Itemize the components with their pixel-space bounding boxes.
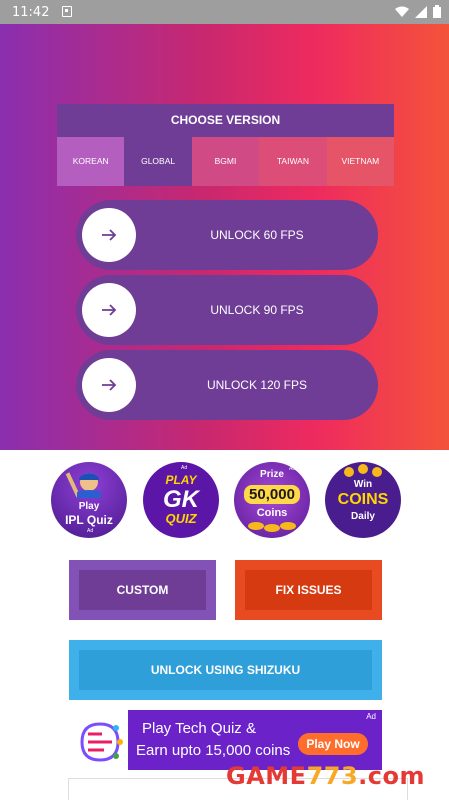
gk-quiz-line2: GK	[163, 486, 199, 513]
custom-button-label: CUSTOM	[79, 570, 206, 610]
arrow-right-icon	[102, 379, 117, 391]
wifi-icon	[395, 6, 409, 17]
fix-issues-button[interactable]: FIX ISSUES	[235, 560, 382, 620]
version-panel-title: CHOOSE VERSION	[170, 113, 281, 127]
tab-vietnam[interactable]: VIETNAM	[326, 137, 395, 186]
quiz-ad-row: Play IPL Quiz Ad PLAY GK QUIZ Ad Prize 5…	[0, 462, 449, 538]
play-now-button[interactable]: Play Now	[298, 733, 368, 755]
unlock-120fps-button[interactable]: UNLOCK 120 FPS	[76, 350, 378, 420]
unlock-circle	[82, 358, 136, 412]
battery-icon	[433, 5, 441, 18]
banner-body: Play Tech Quiz & Earn upto 15,000 coins …	[128, 710, 382, 770]
win-line1: Win	[353, 479, 373, 490]
unlock-90fps-label: UNLOCK 90 FPS	[210, 303, 304, 317]
version-panel: CHOOSE VERSION KOREAN GLOBAL BGMI TAIWAN…	[57, 104, 395, 186]
prize-line2: 50,000	[244, 485, 300, 504]
win-line3: Daily	[351, 511, 375, 522]
status-time: 11:42	[12, 5, 50, 20]
unlock-60fps-label: UNLOCK 60 FPS	[210, 228, 304, 242]
watermark-suffix: .com	[358, 762, 426, 790]
prize-line3: Coins	[256, 507, 288, 519]
tab-korean[interactable]: KOREAN	[57, 137, 125, 186]
prize-coins-ad[interactable]: Prize 50,000 Coins Ad	[234, 462, 310, 538]
unlock-circle	[82, 283, 136, 337]
status-icons	[395, 5, 441, 18]
unlock-shizuku-button-label: UNLOCK USING SHIZUKU	[79, 650, 372, 690]
tab-bgmi[interactable]: BGMI	[191, 137, 260, 186]
banner-line2: Earn upto 15,000 coins	[136, 742, 291, 759]
arrow-right-icon	[102, 304, 117, 316]
arrow-right-icon	[102, 229, 117, 241]
gk-quiz-line1: PLAY	[165, 473, 197, 487]
unlock-shizuku-button[interactable]: UNLOCK USING SHIZUKU	[69, 640, 382, 700]
fix-issues-button-label: FIX ISSUES	[245, 570, 372, 610]
unlock-circle	[82, 208, 136, 262]
notification-icon	[62, 6, 72, 17]
custom-button[interactable]: CUSTOM	[69, 560, 216, 620]
unlock-120fps-label: UNLOCK 120 FPS	[206, 378, 308, 392]
prize-line1: Prize	[260, 469, 284, 480]
version-tabs: KOREAN GLOBAL BGMI TAIWAN VIETNAM	[57, 137, 395, 186]
watermark: GAME773.com	[226, 762, 425, 790]
gk-quiz-ad[interactable]: PLAY GK QUIZ Ad	[143, 462, 219, 538]
ad-label: Ad	[181, 465, 188, 471]
win-coins-ad[interactable]: Win COINS Daily	[325, 462, 401, 538]
win-line2: COINS	[337, 491, 389, 508]
tab-taiwan[interactable]: TAIWAN	[259, 137, 327, 186]
brain-circuit-icon	[80, 722, 123, 762]
banner-line1: Play Tech Quiz &	[142, 720, 256, 737]
tab-global[interactable]: GLOBAL	[124, 137, 192, 186]
gk-quiz-line3: QUIZ	[165, 511, 197, 526]
unlock-60fps-button[interactable]: UNLOCK 60 FPS	[76, 200, 378, 270]
signal-icon	[415, 5, 427, 18]
unlock-90fps-button[interactable]: UNLOCK 90 FPS	[76, 275, 378, 345]
status-bar: 11:42	[0, 0, 449, 24]
ad-label: Ad	[87, 528, 94, 534]
ipl-quiz-line1: Play	[78, 501, 100, 512]
hero-section: CHOOSE VERSION KOREAN GLOBAL BGMI TAIWAN…	[0, 24, 449, 450]
ad-label: Ad	[289, 466, 296, 472]
ipl-quiz-ad[interactable]: Play IPL Quiz Ad	[51, 462, 127, 538]
watermark-prefix: GAME	[226, 762, 307, 790]
ipl-quiz-line2: IPL Quiz	[65, 513, 113, 527]
watermark-number: 773	[306, 762, 359, 790]
ad-label: Ad	[366, 712, 376, 721]
